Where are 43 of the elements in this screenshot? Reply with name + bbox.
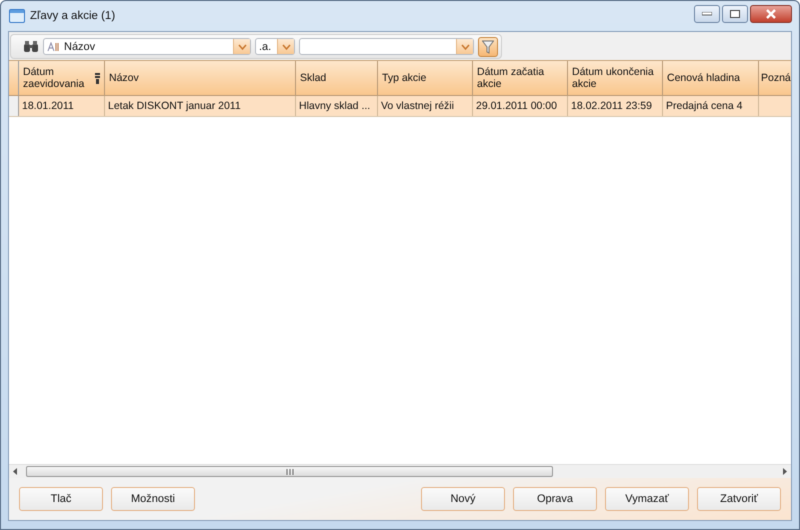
column-header[interactable]: Cenová hladina (663, 61, 759, 95)
table-cell: 29.01.2011 00:00 (476, 100, 557, 112)
table-cell: Predajná cena 4 (666, 100, 742, 112)
action-button[interactable]: Tlač (19, 487, 103, 511)
scroll-right-icon[interactable] (782, 468, 787, 475)
table-row[interactable]: 18.01.2011 Letak DISKONT januar 2011 Hlavny sklad ... Vo vlastnej réžii 29.01.2011 00:00 18.02.2011 23:59 Predajná cena 4 (9, 96, 791, 117)
maximize-button[interactable] (722, 5, 748, 23)
chevron-down-icon (238, 44, 246, 50)
table-cell: Hlavny sklad ... (299, 100, 370, 112)
horizontal-scrollbar[interactable] (9, 464, 791, 478)
window-icon (9, 9, 25, 23)
scroll-left-icon[interactable] (13, 468, 18, 475)
column-header[interactable]: Dátum začatia akcie (473, 61, 568, 95)
minimize-button[interactable] (694, 5, 720, 23)
action-button[interactable]: Oprava (513, 487, 597, 511)
column-header[interactable]: Sklad (296, 61, 378, 95)
action-button[interactable]: Vymazať (605, 487, 689, 511)
column-header[interactable]: Názov (105, 61, 296, 95)
text-field-icon (47, 42, 61, 52)
table-cell: 18.01.2011 (22, 100, 74, 112)
window-title: Zľavy a akcie (1) (30, 10, 116, 22)
chevron-down-icon (460, 44, 470, 50)
action-button[interactable]: Možnosti (111, 487, 195, 511)
column-header[interactable]: Dátum ukončenia akcie (568, 61, 663, 95)
column-header[interactable]: Dátum zaevidovania (19, 61, 105, 95)
table-cell: Letak DISKONT januar 2011 (108, 100, 241, 112)
scrollbar-thumb[interactable] (26, 466, 553, 477)
chevron-down-icon (282, 44, 290, 50)
filter-button[interactable] (478, 36, 498, 56)
close-icon (765, 9, 777, 19)
maximize-icon (730, 10, 740, 18)
table-cell: 18.02.2011 23:59 (571, 100, 652, 112)
close-button[interactable] (750, 5, 792, 23)
operator-dropdown[interactable]: .a. (255, 38, 295, 55)
sort-icon (95, 72, 100, 84)
column-header[interactable]: Pozná (759, 61, 791, 95)
column-header[interactable]: Typ akcie (378, 61, 473, 95)
field-dropdown[interactable]: Názov (43, 38, 251, 55)
table-cell: Vo vlastnej réžii (381, 100, 454, 112)
action-button[interactable]: Zatvoriť (697, 487, 781, 511)
binoculars-icon[interactable] (23, 40, 39, 53)
action-button[interactable]: Nový (421, 487, 505, 511)
minimize-icon (702, 12, 712, 16)
